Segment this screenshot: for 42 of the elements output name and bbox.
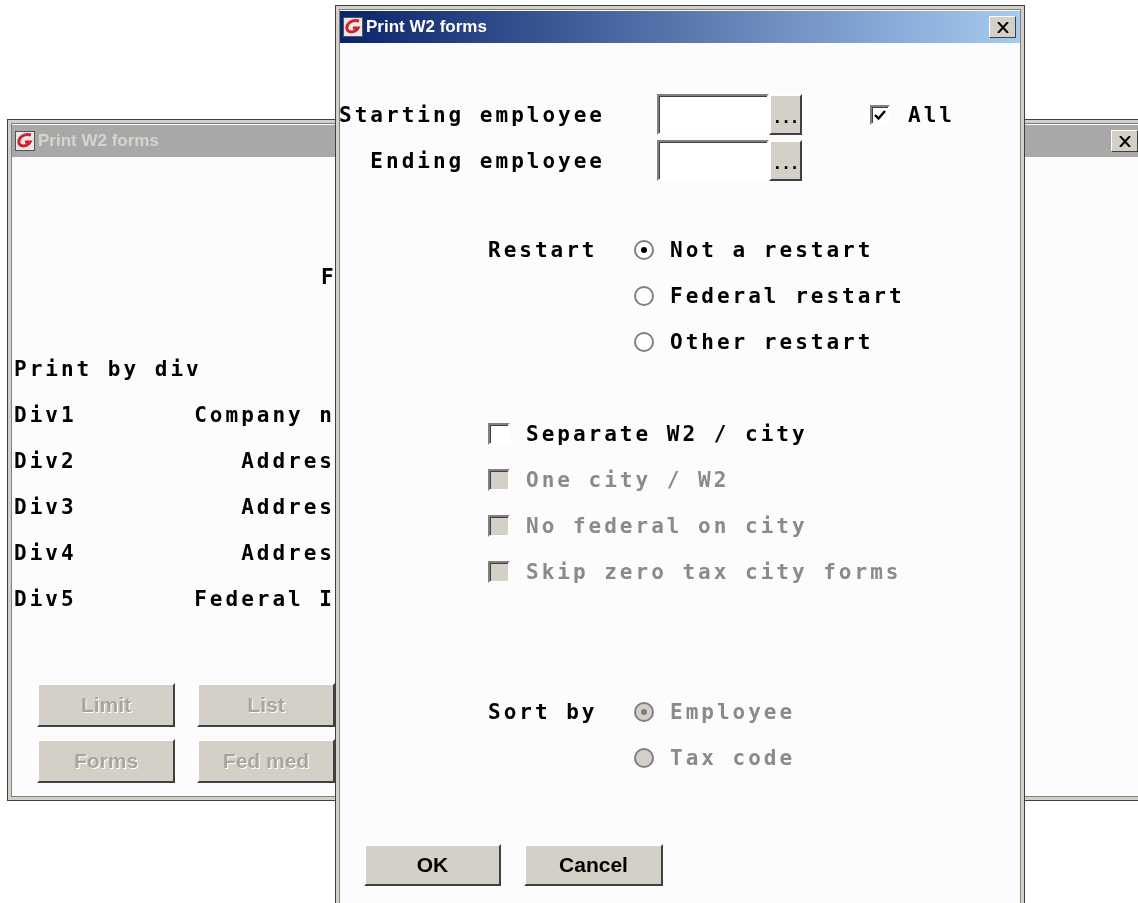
lookup-button[interactable]: ... [769,94,802,135]
heading-text: F [321,265,337,289]
app-icon [15,131,35,151]
option-label: Not a restart [670,238,874,262]
window-title: Print W2 forms [366,17,488,37]
option-label: Employee [670,700,796,724]
division-label: Div3 [14,495,77,519]
division-label: Div4 [14,541,77,565]
checkbox-label: All [908,102,956,127]
app-icon [343,17,363,37]
option-label: Tax code [670,746,796,770]
option-label: Federal restart [670,284,905,308]
radio-button[interactable] [633,285,655,307]
division-label: Div2 [14,449,77,473]
input-field[interactable] [657,140,769,181]
division-value: Addres [241,495,335,519]
close-icon [1118,135,1131,147]
division-label: Div1 [14,403,77,427]
checkbox-label: No federal on city [526,514,808,538]
field-label: Ending employee [369,148,605,173]
field-label: Starting employee [339,102,605,127]
radio-button[interactable] [633,331,655,353]
checkbox-label: Separate W2 / city [526,422,808,446]
field-label: Print by div [14,357,202,381]
lookup-button[interactable]: ... [769,140,802,181]
division-value: Addres [241,541,335,565]
input-field[interactable] [657,94,769,135]
division-value: Company n [194,403,335,427]
division-value: Addres [241,449,335,473]
checkbox-label: One city / W2 [526,468,730,492]
checkbox-label: Skip zero tax city forms [526,560,902,584]
group-label: Sort by [488,700,598,724]
check-icon [874,109,886,120]
group-label: Restart [488,238,598,262]
radio-button[interactable] [633,239,655,261]
ok-button[interactable]: OK [364,844,501,886]
cancel-button[interactable]: Cancel [524,844,663,886]
option-label: Other restart [670,330,874,354]
division-label: Div5 [14,587,77,611]
division-value: Federal I [194,587,335,611]
close-button[interactable] [989,16,1016,38]
close-icon [996,21,1009,33]
